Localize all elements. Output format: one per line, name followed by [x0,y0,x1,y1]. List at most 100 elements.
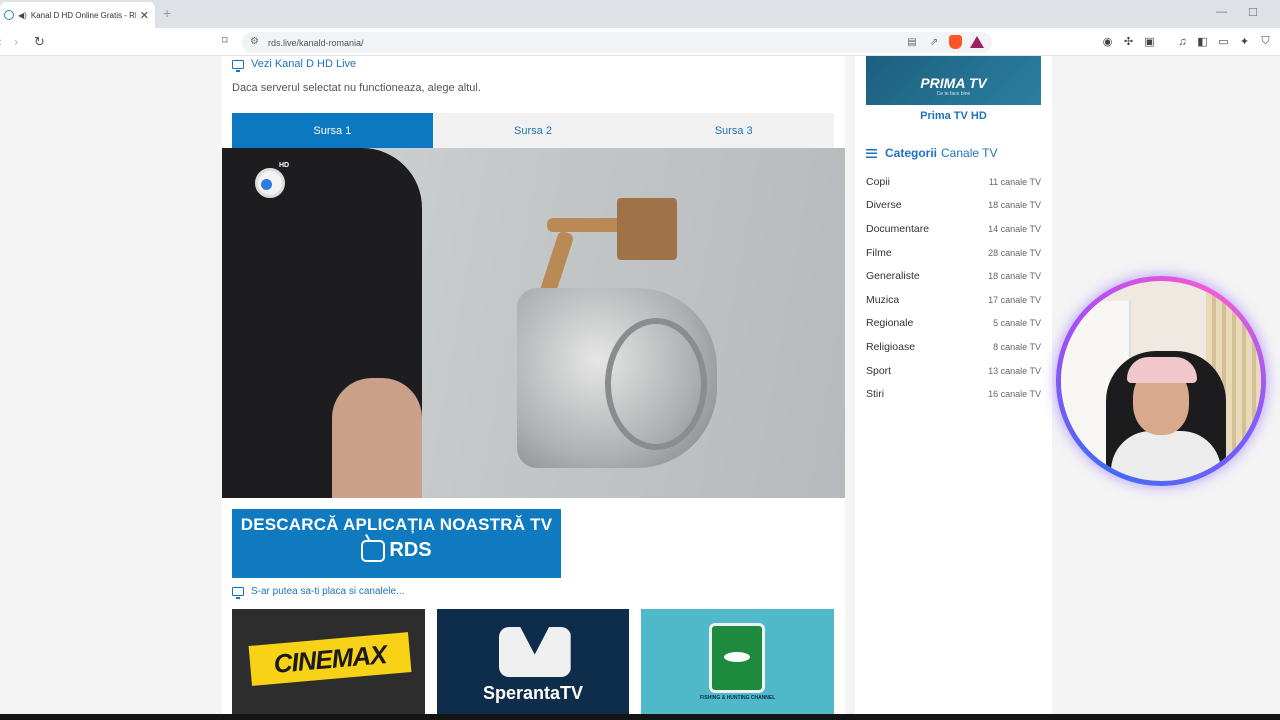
category-list: Copii 11 canale TV Diverse 18 canale TV Do… [866,170,1041,406]
speranta-logo-text: SperantaTV [482,683,584,703]
category-count: 5 canale TV [993,318,1041,329]
category-item[interactable]: Stiri 16 canale TV [866,382,1041,406]
category-count: 11 canale TV [988,176,1041,187]
prima-tv-link[interactable]: Prima TV HD [866,110,1041,122]
categories-title: Categorii [885,146,938,160]
close-tab-icon[interactable]: ✕ [140,9,149,22]
categories-heading: Categorii Canale TV [866,146,998,160]
category-item[interactable]: Muzica 17 canale TV [866,288,1041,312]
speranta-logo-icon [498,627,571,677]
tab-sursa-2[interactable]: Sursa 2 [433,113,634,148]
puzzle-icon[interactable]: ✣ [1122,35,1135,48]
hd-badge: HD [279,162,290,169]
site-favicon-icon [4,10,14,20]
category-name: Documentare [866,222,930,235]
browser-toolbar: ‹ › ↻ ⌑ ⚙ rds.live/kanald-romania/ ▤ ⇗ [0,28,1280,56]
monitor-icon [232,59,244,72]
forward-icon[interactable]: › [14,34,18,49]
bookmark-icon[interactable]: ⌑ [222,34,228,47]
brave-rewards-icon[interactable] [970,36,984,48]
maximize-icon[interactable]: ☐ [1248,6,1258,19]
category-count: 17 canale TV [988,294,1041,305]
vpn-icon[interactable]: ⛉ [1259,35,1272,48]
category-item[interactable]: Documentare 14 canale TV [866,217,1041,241]
category-name: Muzica [866,293,900,306]
channel-card-cinemax[interactable]: CINEMAX [232,609,425,714]
new-tab-icon[interactable]: + [163,5,171,21]
extension-icon[interactable]: ◉ [1101,35,1114,48]
wallet-icon[interactable]: ▭ [1217,35,1230,48]
category-item[interactable]: Regionale 5 canale TV [866,312,1041,336]
tv-icon [361,539,386,562]
video-frame-person [222,148,422,498]
category-count: 16 canale TV [988,389,1041,400]
category-count: 14 canale TV [988,223,1041,234]
screenshot-icon[interactable]: ▣ [1143,35,1156,48]
back-icon[interactable]: ‹ [0,34,1,49]
suggest-label: S-ar putea sa-ti placa si canalele... [251,586,405,597]
tab-sursa-3[interactable]: Sursa 3 [633,113,834,148]
server-hint: Daca serverul selectat nu functioneaza, … [232,82,481,94]
reader-mode-icon[interactable]: ▤ [905,35,919,49]
leo-ai-icon[interactable]: ✦ [1238,35,1251,48]
video-frame-plate [617,198,677,260]
banner-brand: RDS [361,539,432,562]
suggested-channels: CINEMAX SperantaTV FISHING & HUNTING CHA… [232,609,835,714]
fishing-logo-icon [709,623,766,693]
category-item[interactable]: Filme 28 canale TV [866,241,1041,265]
app-download-banner[interactable]: DESCARCĂ APLICAȚIA NOASTRĂ TV RDS [232,509,561,578]
speaker-icon[interactable]: ◀) [18,11,27,20]
category-count: 18 canale TV [988,200,1041,211]
category-name: Diverse [866,199,902,212]
tab-sursa-1[interactable]: Sursa 1 [232,113,433,148]
prima-tv-logo: PRIMA TV [920,74,987,91]
category-item[interactable]: Religioase 8 canale TV [866,335,1041,359]
category-item[interactable]: Copii 11 canale TV [866,170,1041,194]
site-info-icon[interactable]: ⚙ [250,36,259,47]
suggest-heading: S-ar putea sa-ti placa si canalele... [232,586,405,599]
brave-shields-icon[interactable] [949,35,962,49]
monitor-icon [232,587,244,599]
browser-tab-bar: ◀) Kanal D HD Online Gratis - RDS ✕ + — … [0,0,1280,28]
sidebar-icon[interactable]: ◧ [1196,35,1209,48]
url-text: rds.live/kanald-romania/ [268,37,364,48]
bottom-edge [0,714,1280,720]
music-icon[interactable]: ♫ [1176,35,1189,48]
webcam-feed [1061,281,1261,481]
category-name: Generaliste [866,270,920,283]
category-item[interactable]: Sport 13 canale TV [866,359,1041,383]
prima-tv-slogan: Ce te face bine [936,90,971,97]
reload-icon[interactable]: ↻ [34,34,45,50]
category-count: 28 canale TV [988,247,1041,258]
category-name: Religioase [866,340,916,353]
channel-card-speranta[interactable]: SperantaTV [436,609,630,714]
category-count: 13 canale TV [988,365,1041,376]
category-count: 18 canale TV [988,271,1041,282]
share-icon[interactable]: ⇗ [927,35,941,49]
category-name: Filme [866,246,892,259]
minimize-icon[interactable]: — [1216,6,1227,18]
source-tabs: Sursa 1 Sursa 2 Sursa 3 [232,113,834,148]
category-name: Stiri [866,388,885,401]
main-content: Vezi Kanal D HD Live Daca serverul selec… [222,56,845,714]
category-item[interactable]: Diverse 18 canale TV [866,194,1041,218]
category-name: Regionale [866,317,914,330]
sidebar: PRIMA TV Ce te face bine Prima TV HD Cat… [855,56,1052,714]
banner-brand-text: RDS [389,539,432,561]
video-player[interactable]: HD [222,148,845,498]
address-bar[interactable]: ⚙ rds.live/kanald-romania/ ▤ ⇗ [242,32,992,53]
list-icon [866,148,877,158]
webcam-overlay [1056,276,1266,486]
cinemax-logo: CINEMAX [248,632,412,686]
live-label: Vezi Kanal D HD Live [251,58,357,70]
categories-subtitle: Canale TV [941,146,998,160]
channel-card-fishing[interactable]: FISHING & HUNTING CHANNEL [641,609,835,714]
category-item[interactable]: Generaliste 18 canale TV [866,264,1041,288]
category-name: Sport [866,364,892,377]
prima-tv-thumbnail[interactable]: PRIMA TV Ce te face bine [866,56,1041,105]
category-name: Copii [866,175,890,188]
video-frame-roll [517,288,717,468]
banner-headline: DESCARCĂ APLICAȚIA NOASTRĂ TV [240,515,553,534]
browser-tab[interactable]: ◀) Kanal D HD Online Gratis - RDS ✕ [0,2,155,28]
live-heading: Vezi Kanal D HD Live [232,58,357,72]
